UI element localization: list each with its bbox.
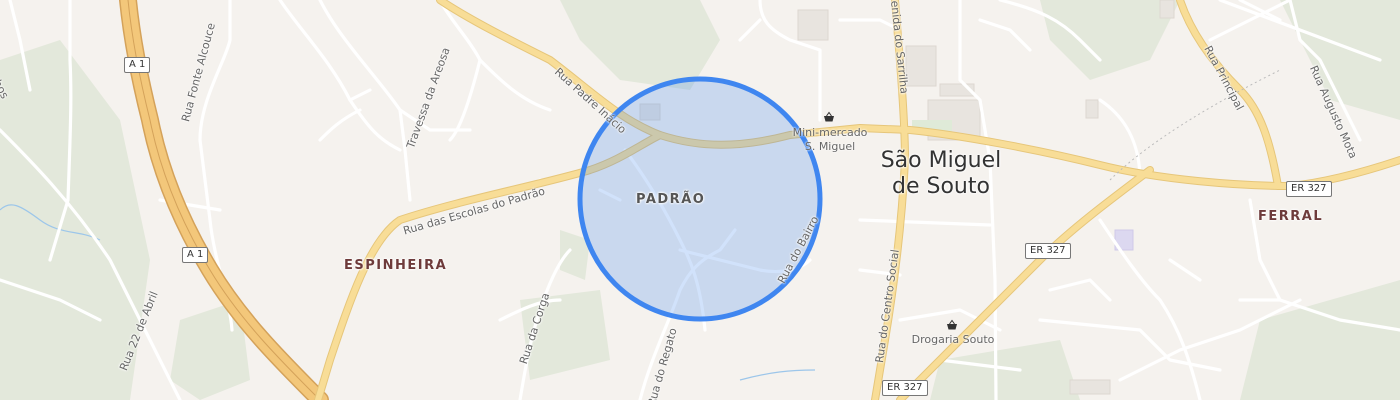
place-label-padrao[interactable]: PADRÃO	[636, 193, 705, 206]
town-name-line2: de Souto	[892, 174, 990, 200]
road-shield-er327-mid: ER 327	[1025, 243, 1071, 259]
place-label-sao-miguel-de-souto[interactable]: São Miguel de Souto	[866, 148, 1016, 201]
road-shield-er327-right: ER 327	[1286, 181, 1332, 197]
shopping-basket-icon[interactable]	[946, 319, 958, 331]
map-canvas[interactable]: Rua Padre Inácio Rua Fonte Alcouce Trave…	[0, 0, 1400, 400]
place-label-espinheira[interactable]: ESPINHEIRA	[344, 259, 447, 272]
shopping-basket-icon[interactable]	[823, 111, 835, 123]
place-label-ferral[interactable]: FERRAL	[1258, 210, 1323, 223]
town-name-line1: São Miguel	[880, 148, 1002, 173]
footpath	[1109, 69, 1281, 181]
poi-minimercado[interactable]: Mini-mercado S. Miguel	[782, 126, 878, 154]
road-shield-a1-top: A 1	[124, 57, 151, 73]
poi-minimercado-line2: S. Miguel	[804, 139, 856, 153]
road-shield-a1-mid: A 1	[182, 247, 209, 263]
poi-minimercado-line1: Mini-mercado	[792, 126, 868, 139]
road-shield-er327-bottom: ER 327	[882, 380, 928, 396]
poi-drogaria-souto[interactable]: Drogaria Souto	[906, 333, 1000, 347]
